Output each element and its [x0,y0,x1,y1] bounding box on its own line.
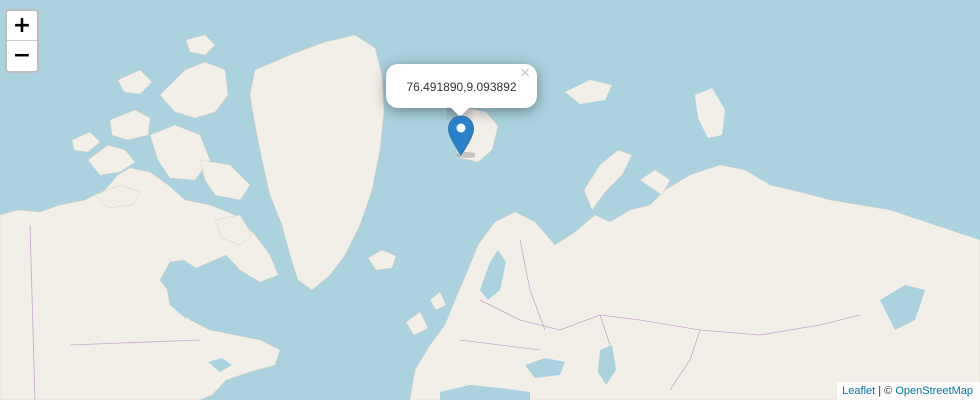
popup-coordinates: 76.491890,9.093892 [406,80,517,94]
attribution-separator: | © [875,385,896,397]
map-attribution: Leaflet | © OpenStreetMap [837,382,980,400]
map-container[interactable]: + − 76.491890,9.093892 × Leaflet | © Ope… [0,0,980,400]
zoom-out-button[interactable]: − [7,41,37,71]
popup-close-button[interactable]: × [518,66,532,80]
leaflet-link[interactable]: Leaflet [842,385,875,397]
map-marker-icon[interactable] [447,115,475,159]
map-tiles[interactable] [0,0,980,400]
zoom-control: + − [5,9,39,73]
openstreetmap-link[interactable]: OpenStreetMap [895,385,973,397]
zoom-in-button[interactable]: + [7,11,37,41]
marker-popup: 76.491890,9.093892 × [386,64,537,108]
